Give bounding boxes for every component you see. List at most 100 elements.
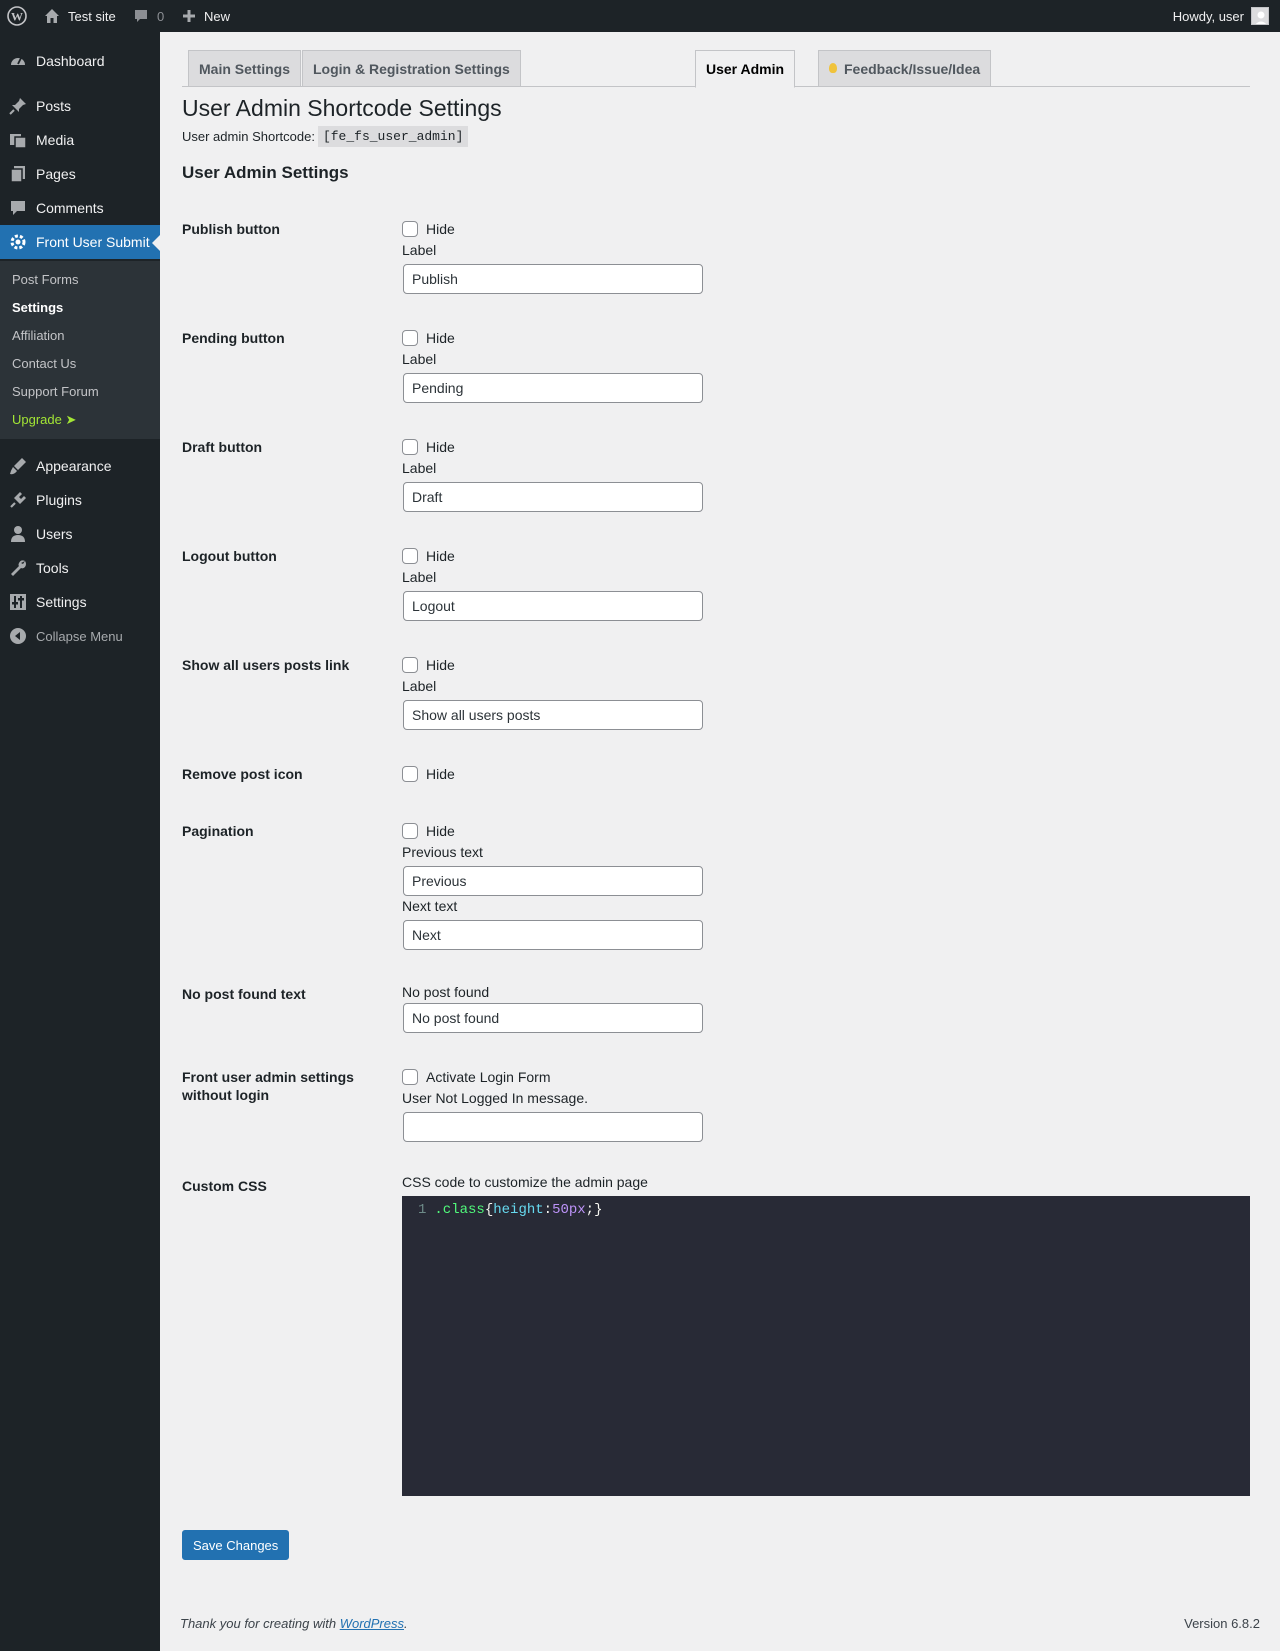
publish-hide-checkbox[interactable] <box>402 221 418 237</box>
draft-label-input[interactable] <box>403 482 703 512</box>
shortcode-line: User admin Shortcode: [fe_fs_user_admin] <box>182 126 469 147</box>
checkbox-label: Activate Login Form <box>426 1069 551 1085</box>
show-all-hide-option: Hide <box>402 657 455 673</box>
css-code-editor[interactable]: 1 .class{height:50px;} <box>402 1196 1250 1496</box>
shortcode-code: [fe_fs_user_admin] <box>317 126 469 147</box>
tab-label: Main Settings <box>199 60 291 77</box>
draft-hide-option: Hide <box>402 439 455 455</box>
logout-button-row-label: Logout button <box>182 548 277 564</box>
menu-plugins[interactable]: Plugins <box>0 483 160 517</box>
checkbox-label: Hide <box>426 766 455 782</box>
pending-button-row-label: Pending button <box>182 330 285 346</box>
without-login-row-label: Front user admin settings without login <box>182 1069 354 1103</box>
comment-icon <box>8 198 28 218</box>
comments-link[interactable]: 0 <box>133 0 164 32</box>
avatar <box>1251 7 1269 25</box>
menu-users[interactable]: Users <box>0 517 160 551</box>
new-label: New <box>204 8 231 24</box>
menu-label: Front User Submit <box>36 234 150 250</box>
no-post-found-row-label: No post found text <box>182 986 306 1002</box>
submenu-support-forum[interactable]: Support Forum <box>12 384 99 399</box>
menu-dashboard[interactable]: Dashboard <box>0 44 160 78</box>
pending-hide-option: Hide <box>402 330 455 346</box>
shortcode-label: User admin Shortcode: <box>182 129 315 144</box>
code-text: .class{height:50px;} <box>434 1202 602 1218</box>
menu-media[interactable]: Media <box>0 123 160 157</box>
pending-label-caption: Label <box>402 351 437 367</box>
publish-label-caption: Label <box>402 242 437 258</box>
pending-hide-checkbox[interactable] <box>402 330 418 346</box>
tab-main-settings[interactable]: Main Settings <box>188 50 302 87</box>
menu-label: Settings <box>36 594 87 610</box>
tab-label: User Admin <box>706 61 785 77</box>
user-icon <box>8 524 28 544</box>
next-text-input[interactable] <box>403 920 703 950</box>
submenu-contact-us[interactable]: Contact Us <box>12 356 76 371</box>
my-account-link[interactable]: Howdy, user <box>1173 0 1269 32</box>
no-post-found-input[interactable] <box>403 1003 703 1033</box>
tab-label: Feedback/Issue/Idea <box>844 60 981 77</box>
tab-login-registration[interactable]: Login & Registration Settings <box>302 50 521 87</box>
submenu-upgrade[interactable]: Upgrade ➤ <box>12 412 76 428</box>
css-close: ;} <box>585 1202 603 1218</box>
menu-posts[interactable]: Posts <box>0 89 160 123</box>
custom-css-row-label: Custom CSS <box>182 1178 267 1194</box>
footer-version: Version 6.8.2 <box>1184 1616 1260 1631</box>
draft-hide-checkbox[interactable] <box>402 439 418 455</box>
not-logged-in-caption: User Not Logged In message. <box>402 1090 588 1106</box>
gear-icon <box>8 232 28 252</box>
show-all-label-caption: Label <box>402 678 437 694</box>
remove-post-icon-row-label: Remove post icon <box>182 766 303 782</box>
wordpress-link[interactable]: WordPress <box>340 1616 404 1631</box>
pagination-row-label: Pagination <box>182 823 254 839</box>
footer-period: . <box>404 1616 408 1631</box>
main-content: Main Settings Login & Registration Setti… <box>160 32 1280 1651</box>
not-logged-in-input[interactable] <box>403 1112 703 1142</box>
collapse-menu-button[interactable]: Collapse Menu <box>0 619 160 653</box>
menu-settings[interactable]: Settings <box>0 585 160 619</box>
show-all-hide-checkbox[interactable] <box>402 657 418 673</box>
comments-count: 0 <box>157 8 165 24</box>
home-icon <box>44 8 60 24</box>
pending-label-input[interactable] <box>403 373 703 403</box>
settings-tabs: Main Settings Login & Registration Setti… <box>182 50 1250 88</box>
tab-user-admin[interactable]: User Admin <box>695 50 796 88</box>
plug-icon <box>8 490 28 510</box>
submenu-post-forms[interactable]: Post Forms <box>12 272 78 287</box>
code-line: 1 .class{height:50px;} <box>418 1202 602 1218</box>
activate-login-form-checkbox[interactable] <box>402 1069 418 1085</box>
menu-comments[interactable]: Comments <box>0 191 160 225</box>
menu-pages[interactable]: Pages <box>0 157 160 191</box>
custom-css-caption: CSS code to customize the admin page <box>402 1174 648 1190</box>
no-post-found-caption: No post found <box>402 984 490 1000</box>
save-changes-button[interactable]: Save Changes <box>182 1530 290 1560</box>
publish-label-input[interactable] <box>403 264 703 294</box>
logout-label-input[interactable] <box>403 591 703 621</box>
plus-icon <box>182 9 196 23</box>
logout-hide-option: Hide <box>402 548 455 564</box>
show-all-posts-row-label: Show all users posts link <box>182 657 350 673</box>
logout-hide-checkbox[interactable] <box>402 548 418 564</box>
site-name-link[interactable]: Test site <box>44 0 116 32</box>
new-content-link[interactable]: New <box>182 0 230 32</box>
menu-label: Users <box>36 526 73 542</box>
previous-text-caption: Previous text <box>402 844 483 860</box>
pagination-hide-checkbox[interactable] <box>402 823 418 839</box>
submenu-affiliation[interactable]: Affiliation <box>12 328 65 343</box>
pin-icon <box>8 96 28 116</box>
show-all-label-input[interactable] <box>403 700 703 730</box>
menu-tools[interactable]: Tools <box>0 551 160 585</box>
page-title: User Admin Shortcode Settings <box>182 95 502 121</box>
tab-feedback[interactable]: Feedback/Issue/Idea <box>818 50 992 87</box>
remove-icon-hide-checkbox[interactable] <box>402 766 418 782</box>
remove-icon-hide-option: Hide <box>402 766 455 782</box>
menu-front-user-submit[interactable]: Front User Submit <box>0 225 160 259</box>
tab-label: Login & Registration Settings <box>313 60 510 77</box>
previous-text-input[interactable] <box>403 866 703 896</box>
submenu-settings[interactable]: Settings <box>12 300 63 315</box>
menu-appearance[interactable]: Appearance <box>0 449 160 483</box>
submenu-front-user-submit: Post Forms Settings Affiliation Contact … <box>0 261 160 439</box>
publish-hide-option: Hide <box>402 221 455 237</box>
footer-thanks: Thank you for creating with WordPress. <box>180 1616 408 1631</box>
wordpress-logo-icon[interactable]: W <box>7 0 27 32</box>
